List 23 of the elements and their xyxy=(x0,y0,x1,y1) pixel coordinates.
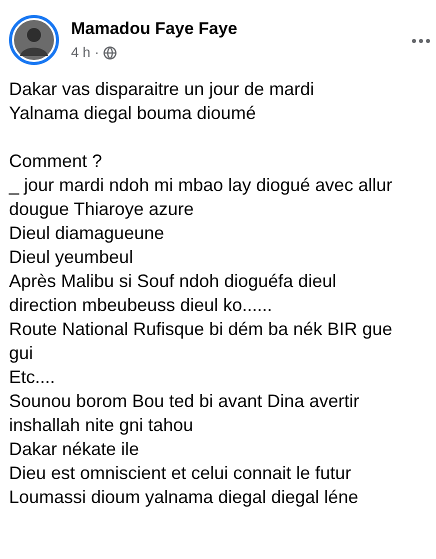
post-text-line: Route National Rufisque bi dém ba nék BIR gue xyxy=(9,318,392,341)
post-text-line: Dakar nékate ile xyxy=(9,438,140,461)
post-text-line: direction mbeubeuss dieul ko...... xyxy=(9,294,272,317)
post-text-line: Après Malibu si Souf ndoh dioguéfa dieul xyxy=(9,270,336,293)
post-time[interactable]: 4 h xyxy=(71,42,90,63)
post-text-line: Dieul yeumbeul xyxy=(9,246,134,269)
post-text-line: Dieu est omniscient et celui connait le futur xyxy=(9,462,352,485)
post-text-line: Etc.... xyxy=(9,366,56,389)
post-text-line: Sounou borom Bou ted bi avant Dina avertir xyxy=(9,390,360,413)
post-text-line: Yalnama diegal bouma dioumé xyxy=(9,102,256,125)
post-text-line: Loumassi dioum yalnama diegal diegal léne xyxy=(9,486,358,509)
post-text-line: _ jour mardi ndoh mi mbao lay diogué avec allur xyxy=(9,174,392,197)
more-options-icon[interactable] xyxy=(412,39,430,43)
separator-dot: · xyxy=(94,43,100,62)
post-text-line: Dakar vas disparaitre un jour de mardi xyxy=(9,78,314,101)
post-text-line: inshallah nite gni tahou xyxy=(9,414,194,437)
post-text-line: Dieul diamagueune xyxy=(9,222,164,245)
author-name[interactable]: Mamadou Faye Faye xyxy=(71,18,238,40)
globe-icon xyxy=(103,46,118,60)
post-text-line: gui xyxy=(9,342,34,365)
post-text-line: Comment ? xyxy=(9,150,102,173)
post-text-line: dougue Thiaroye azure xyxy=(9,198,194,221)
avatar[interactable] xyxy=(9,15,59,65)
